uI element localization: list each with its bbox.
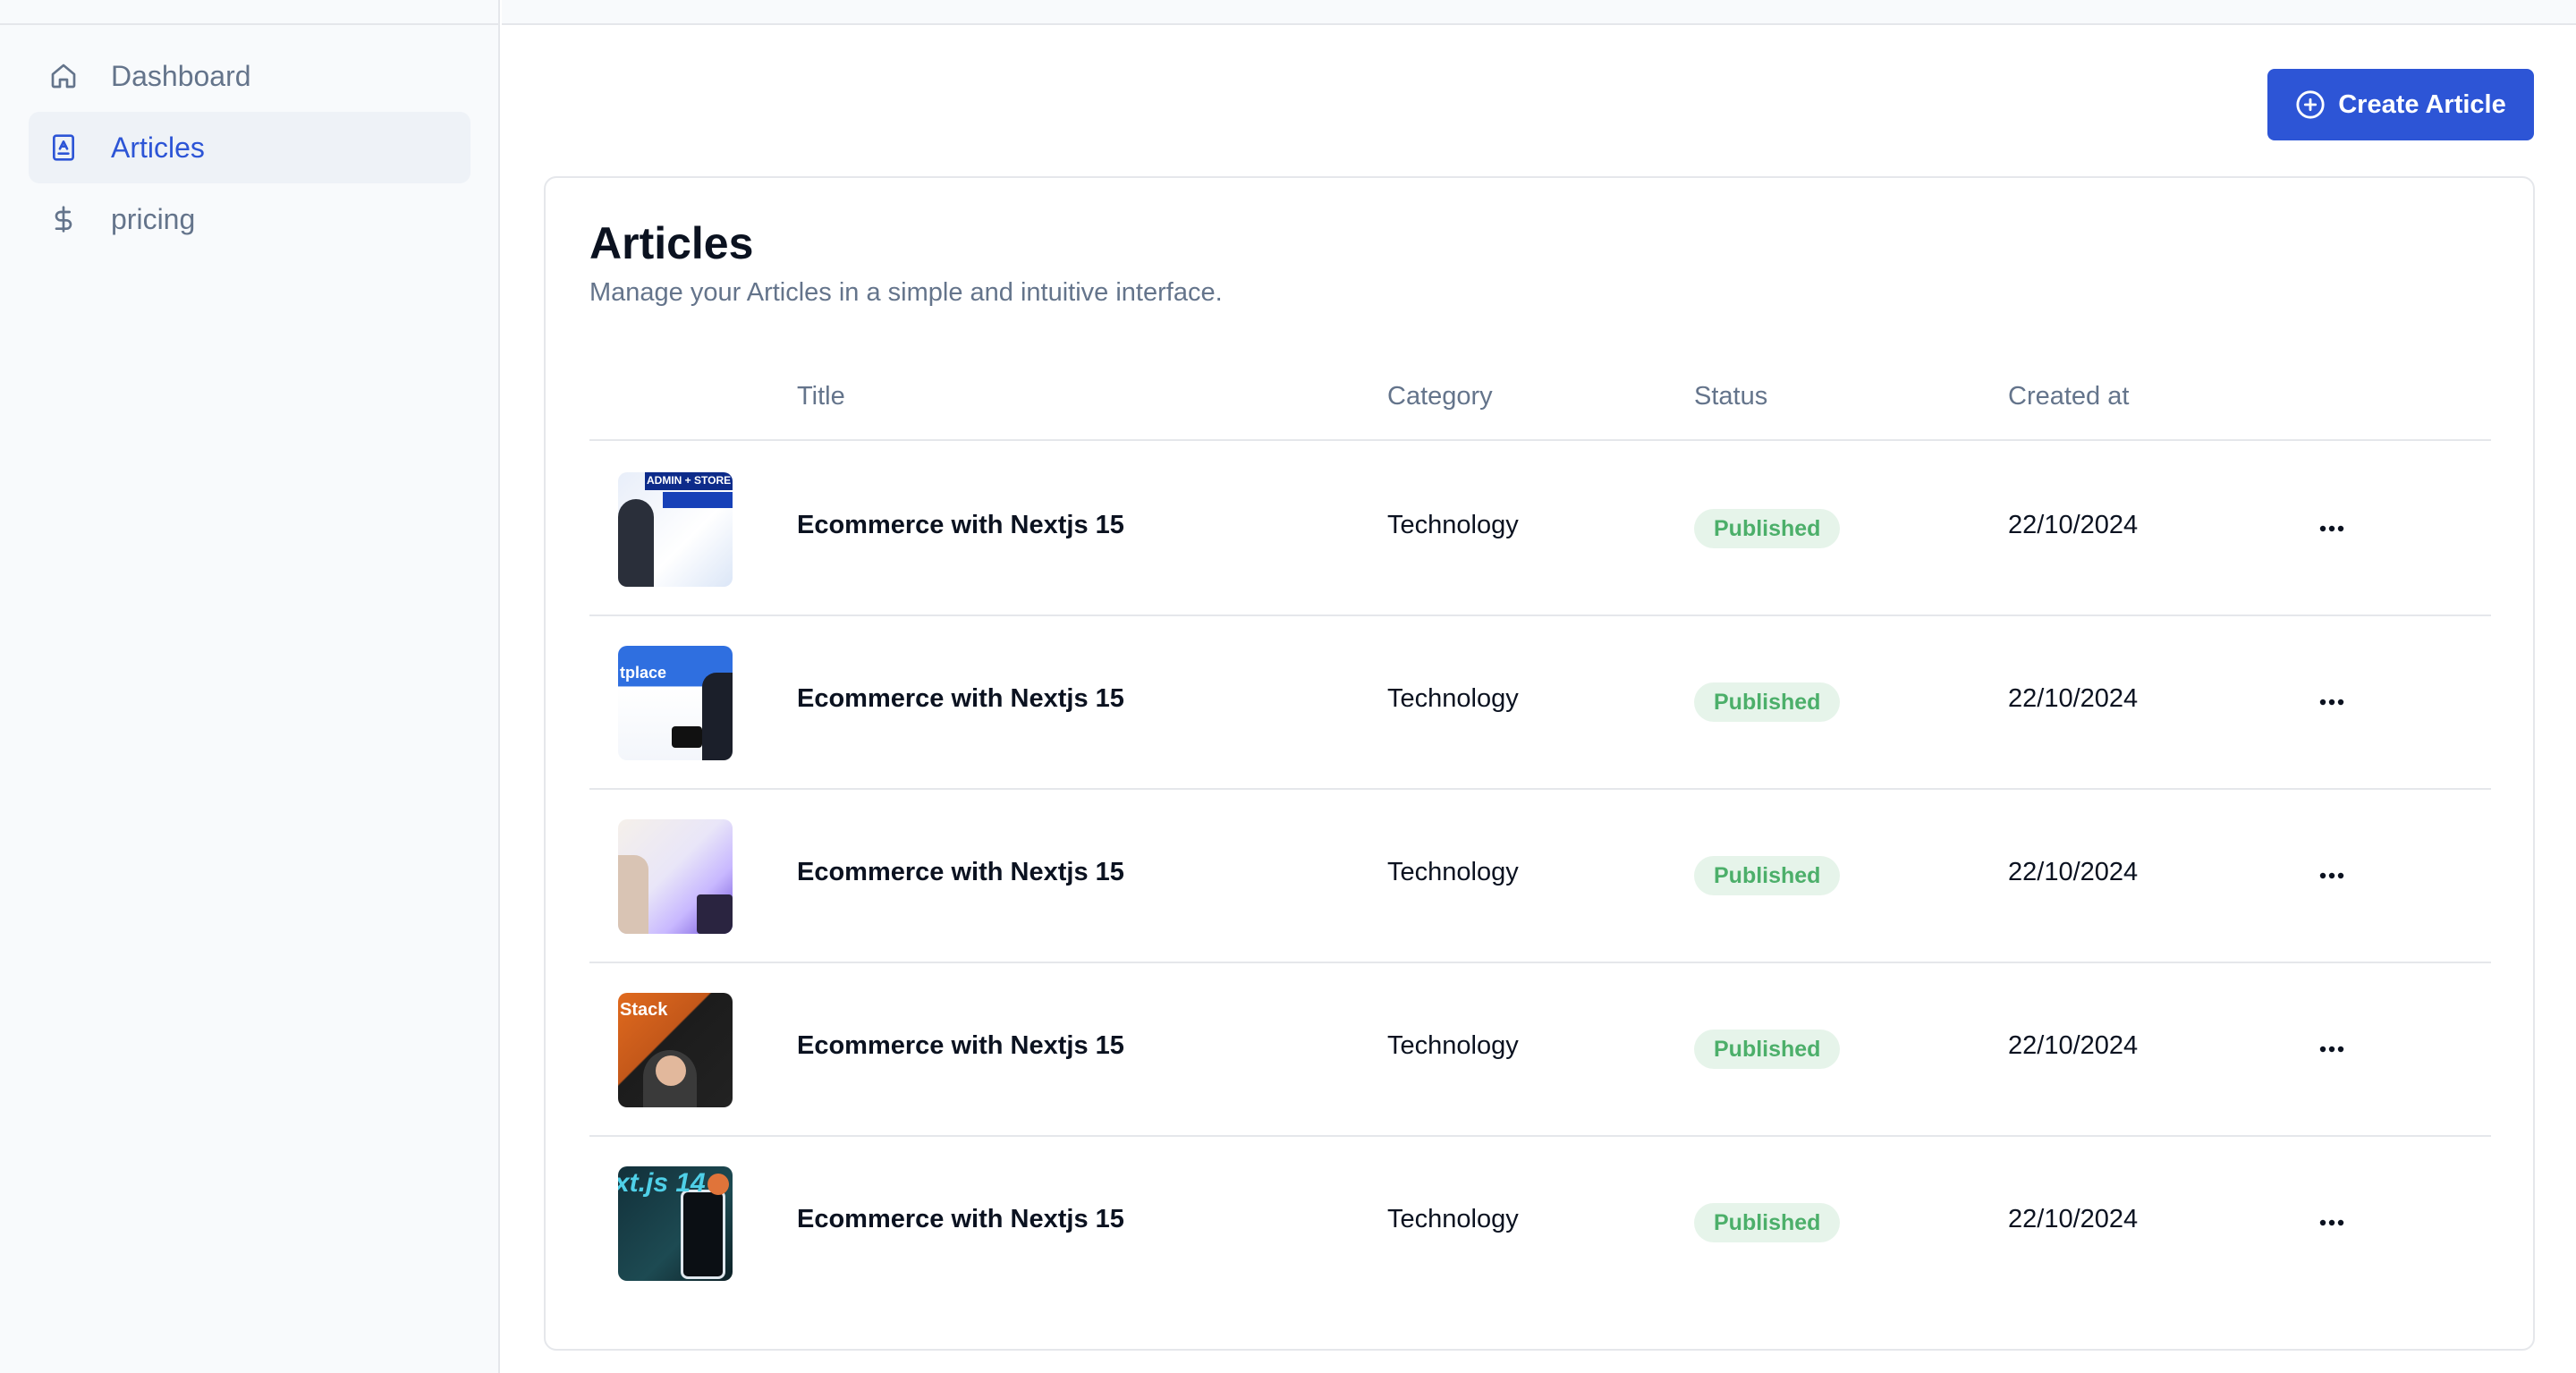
article-thumbnail: ADMIN + STORE [618,472,733,587]
sidebar-item-label: pricing [111,202,196,235]
thumbnail-text: tplace [620,664,667,682]
column-header-status: Status [1694,382,1768,411]
article-title: Ecommerce with Nextjs 15 [797,1031,1124,1060]
article-category: Technology [1387,684,1519,713]
article-created-at: 22/10/2024 [2008,858,2139,886]
app-root: Dashboard Articles pricing Create Articl… [0,0,2576,1373]
article-title: Ecommerce with Nextjs 15 [797,684,1124,713]
sidebar-item-label: Dashboard [111,59,251,92]
article-thumbnail [618,819,733,934]
status-badge: Published [1694,1030,1841,1069]
articles-card: Articles Manage your Articles in a simpl… [544,176,2535,1351]
plus-circle-icon [2296,90,2325,119]
home-icon [48,61,79,91]
sidebar-item-label: Articles [111,131,205,164]
create-article-label: Create Article [2338,89,2506,119]
status-badge: Published [1694,509,1841,548]
sidebar-item-dashboard[interactable]: Dashboard [29,40,470,112]
column-header-category: Category [1387,382,1493,411]
sidebar-nav: Dashboard Articles pricing [29,40,470,255]
thumbnail-text: Stack [620,1000,668,1020]
column-header-created-at: Created at [2008,382,2130,411]
page-title: Articles [589,218,754,268]
article-category: Technology [1387,511,1519,539]
article-thumbnail: xt.js 14 [618,1166,733,1281]
table-header: Title Category Status Created at [589,368,2491,441]
sidebar-header [0,0,498,25]
more-actions-icon[interactable] [2312,1031,2351,1067]
article-thumbnail: tplace [618,646,733,760]
sidebar-item-articles[interactable]: Articles [29,112,470,183]
status-badge: Published [1694,856,1841,895]
article-created-at: 22/10/2024 [2008,1031,2139,1060]
sidebar-item-pricing[interactable]: pricing [29,183,470,255]
top-bar [502,0,2576,25]
more-actions-icon[interactable] [2312,684,2351,720]
thumbnail-text: xt.js 14 [618,1168,706,1198]
table-row[interactable]: ADMIN + STORE Ecommerce with Nextjs 15 T… [589,443,2491,616]
more-actions-icon[interactable] [2312,1205,2351,1241]
sidebar: Dashboard Articles pricing [0,0,500,1373]
more-actions-icon[interactable] [2312,511,2351,547]
column-header-title: Title [797,382,845,411]
table-row[interactable]: Stack Ecommerce with Nextjs 15 Technolog… [589,963,2491,1137]
status-badge: Published [1694,1203,1841,1242]
table-row[interactable]: tplace Ecommerce with Nextjs 15 Technolo… [589,616,2491,790]
create-article-button[interactable]: Create Article [2267,69,2534,140]
article-category: Technology [1387,1031,1519,1060]
page-subtitle: Manage your Articles in a simple and int… [589,278,1223,307]
article-created-at: 22/10/2024 [2008,1205,2139,1233]
thumbnail-text: ADMIN + STORE [647,474,732,487]
article-title: Ecommerce with Nextjs 15 [797,511,1124,539]
article-category: Technology [1387,858,1519,886]
table-row[interactable]: xt.js 14 Ecommerce with Nextjs 15 Techno… [589,1137,2491,1310]
article-category: Technology [1387,1205,1519,1233]
article-created-at: 22/10/2024 [2008,511,2139,539]
dollar-icon [48,204,79,234]
status-badge: Published [1694,682,1841,722]
table-row[interactable]: Ecommerce with Nextjs 15 Technology Publ… [589,790,2491,963]
more-actions-icon[interactable] [2312,858,2351,894]
article-title: Ecommerce with Nextjs 15 [797,858,1124,886]
article-title: Ecommerce with Nextjs 15 [797,1205,1124,1233]
article-created-at: 22/10/2024 [2008,684,2139,713]
article-thumbnail: Stack [618,993,733,1107]
article-icon [48,132,79,163]
